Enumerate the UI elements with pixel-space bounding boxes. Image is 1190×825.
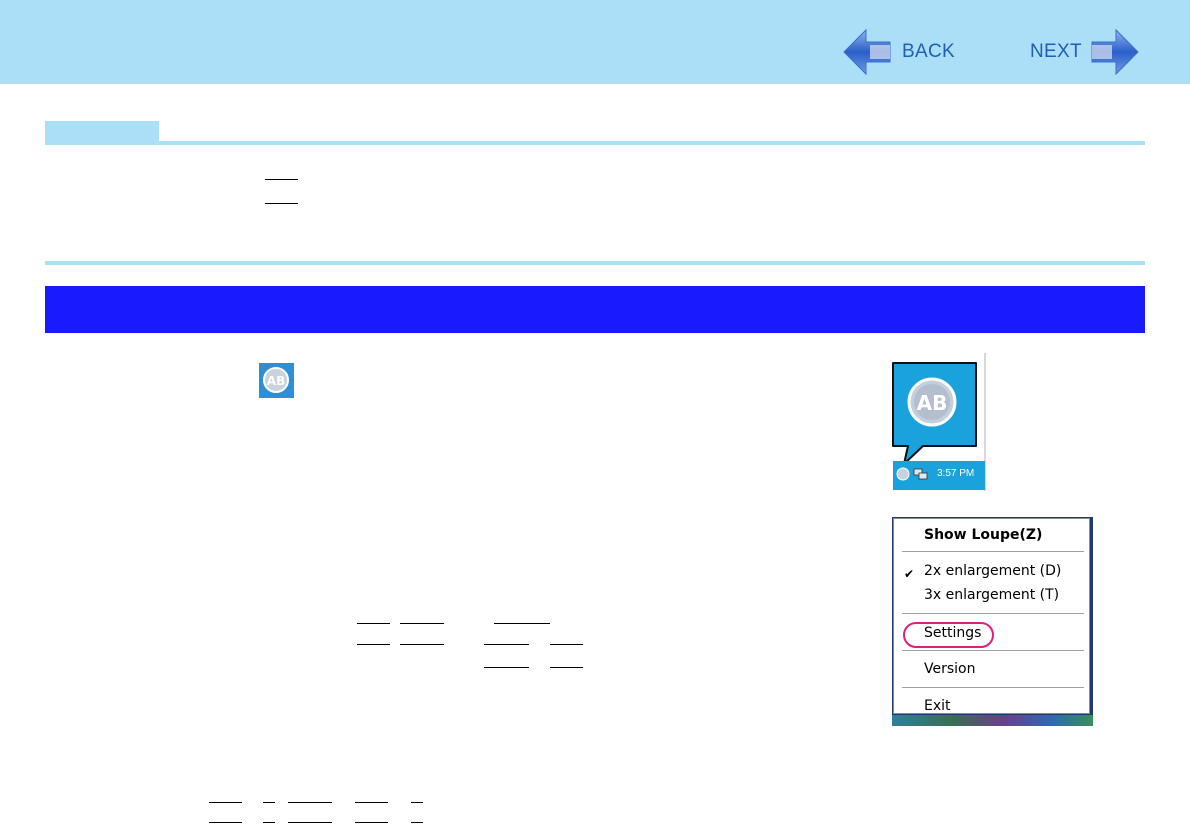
- key-underline: [484, 667, 529, 668]
- key-underline: [263, 822, 275, 823]
- next-label: NEXT: [1030, 41, 1082, 62]
- note-tab: [45, 121, 159, 143]
- key-underline: [288, 802, 332, 803]
- menu-separator: [902, 551, 1084, 552]
- key-underline: [209, 802, 242, 803]
- tray-icon-text: AB: [267, 374, 285, 388]
- menu-separator: [902, 687, 1084, 688]
- top-nav-bar: [0, 0, 1190, 84]
- key-underline: [265, 203, 298, 204]
- back-label: BACK: [902, 41, 955, 62]
- key-underline: [400, 644, 444, 645]
- key-underline: [411, 822, 423, 823]
- loupe-mini-icon: [896, 467, 910, 481]
- key-underline: [494, 623, 550, 624]
- key-underline: [484, 644, 529, 645]
- key-underline: [550, 667, 583, 668]
- context-menu: Show Loupe(Z) ✔ 2x enlargement (D) 3x en…: [892, 517, 1093, 726]
- desktop-strip: [892, 715, 1093, 726]
- key-underline: [400, 623, 444, 624]
- key-underline: [550, 644, 583, 645]
- next-arrow-icon: [1091, 28, 1139, 76]
- menu-item-exit[interactable]: Exit: [924, 698, 951, 714]
- menu-item-settings[interactable]: Settings: [924, 625, 981, 641]
- key-underline: [288, 822, 332, 823]
- loupe-tray-icon: AB: [259, 363, 294, 398]
- note-divider-top: [45, 141, 1145, 145]
- network-icon: [913, 468, 928, 480]
- key-underline: [209, 822, 242, 823]
- key-underline: [357, 623, 390, 624]
- menu-item-3x-enlargement[interactable]: 3x enlargement (T): [924, 587, 1059, 603]
- section-heading-bar: [45, 286, 1145, 333]
- next-button[interactable]: NEXT: [1030, 26, 1140, 78]
- menu-separator: [902, 613, 1084, 614]
- callout-icon-text: AB: [917, 391, 948, 415]
- menu-item-version[interactable]: Version: [924, 661, 975, 677]
- back-button[interactable]: BACK: [842, 26, 955, 78]
- menu-separator: [902, 650, 1084, 651]
- key-underline: [263, 802, 275, 803]
- key-underline: [355, 802, 388, 803]
- key-underline: [357, 644, 390, 645]
- menu-item-show-loupe[interactable]: Show Loupe(Z): [924, 527, 1042, 543]
- callout-bubble: AB: [892, 362, 977, 465]
- menu-item-2x-enlargement[interactable]: 2x enlargement (D): [924, 563, 1061, 579]
- note-divider-bottom: [45, 261, 1145, 265]
- key-underline: [411, 802, 423, 803]
- back-arrow-icon: [843, 28, 891, 76]
- key-underline: [265, 179, 298, 180]
- tray-clock: 3:57 PM: [937, 468, 975, 479]
- checkmark-icon: ✔: [904, 567, 915, 581]
- key-underline: [355, 822, 388, 823]
